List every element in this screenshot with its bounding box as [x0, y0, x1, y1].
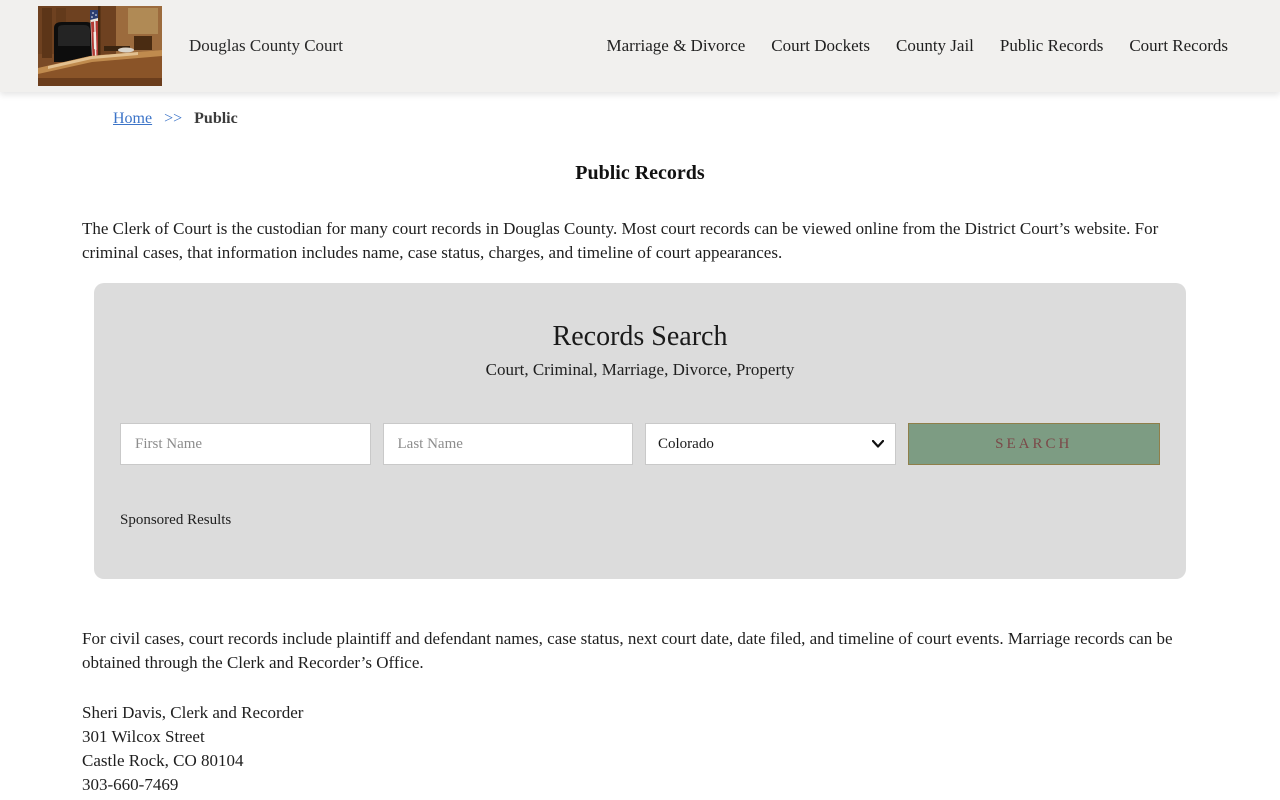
- first-name-field-wrap: [120, 423, 371, 465]
- header-inner: Douglas County Court Marriage & Divorce …: [0, 0, 1280, 92]
- nav-county-jail[interactable]: County Jail: [896, 36, 974, 56]
- records-search-form: Colorado SEARCH: [120, 423, 1160, 465]
- contact-name: Sheri Davis, Clerk and Recorder: [82, 703, 304, 722]
- state-select-wrap: Colorado: [645, 423, 896, 465]
- search-button[interactable]: SEARCH: [907, 423, 1160, 465]
- page-title: Public Records: [575, 162, 705, 184]
- contact-info: Sheri Davis, Clerk and Recorder 301 Wilc…: [82, 701, 1198, 797]
- main-nav: Marriage & Divorce Court Dockets County …: [607, 36, 1228, 56]
- site-title: Douglas County Court: [189, 36, 343, 55]
- breadcrumb-separator: >>: [164, 110, 183, 127]
- last-name-input[interactable]: [382, 423, 633, 465]
- search-panel-subtitle: Court, Criminal, Marriage, Divorce, Prop…: [485, 360, 795, 379]
- page-content: Home >> Public Public Records The Clerk …: [82, 110, 1198, 797]
- courtroom-photo-icon: [38, 6, 162, 86]
- sponsored-results-label: Sponsored Results: [120, 512, 232, 528]
- last-name-field-wrap: [382, 423, 633, 465]
- breadcrumb: Home >> Public: [113, 110, 1198, 128]
- nav-marriage-divorce[interactable]: Marriage & Divorce: [607, 36, 746, 56]
- contact-phone: 303-660-7469: [82, 775, 179, 794]
- state-select[interactable]: Colorado: [645, 423, 896, 465]
- site-logo[interactable]: [38, 6, 162, 86]
- nav-public-records[interactable]: Public Records: [1000, 36, 1103, 56]
- records-search-panel: Records Search Court, Criminal, Marriage…: [94, 283, 1186, 579]
- intro-paragraph: The Clerk of Court is the custodian for …: [82, 219, 1159, 262]
- contact-street: 301 Wilcox Street: [82, 727, 205, 746]
- first-name-input[interactable]: [120, 423, 371, 465]
- nav-court-dockets[interactable]: Court Dockets: [771, 36, 870, 56]
- site-header: Douglas County Court Marriage & Divorce …: [0, 0, 1280, 92]
- breadcrumb-home-link[interactable]: Home: [113, 110, 152, 127]
- nav-court-records[interactable]: Court Records: [1129, 36, 1228, 56]
- civil-paragraph: For civil cases, court records include p…: [82, 629, 1173, 672]
- contact-city: Castle Rock, CO 80104: [82, 751, 244, 770]
- search-panel-title: Records Search: [552, 321, 728, 352]
- breadcrumb-current: Public: [194, 110, 238, 127]
